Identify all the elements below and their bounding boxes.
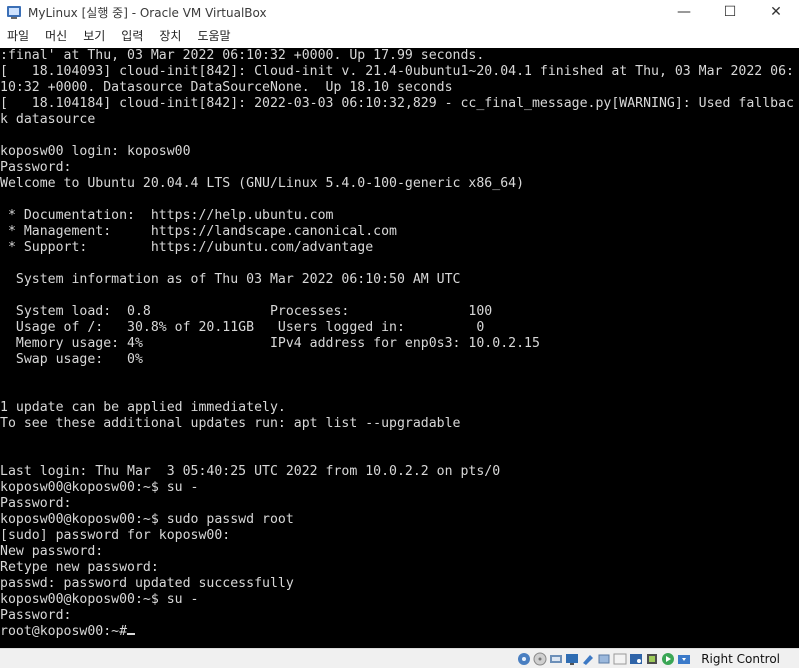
console-line: Password: xyxy=(0,496,72,511)
hard-disk-icon[interactable] xyxy=(517,652,531,666)
text-cursor xyxy=(127,633,136,635)
minimize-button[interactable]: — xyxy=(661,0,707,24)
console-line: koposw00 login: koposw00 xyxy=(0,144,191,159)
status-bar: Right Control xyxy=(0,648,799,668)
video-capture-icon[interactable] xyxy=(629,652,643,666)
maximize-button[interactable]: ☐ xyxy=(707,0,753,24)
console-line: passwd: password updated successfully xyxy=(0,576,294,591)
console-prompt: root@koposw00:~# xyxy=(0,624,128,639)
cpu-icon[interactable] xyxy=(645,652,659,666)
console-line: * Support: https://ubuntu.com/advantage xyxy=(0,240,374,255)
console-line: System information as of Thu 03 Mar 2022… xyxy=(0,272,461,287)
console-line: Memory usage: 4% IPv4 address for enp0s3… xyxy=(0,336,540,351)
vm-console-screen[interactable]: :final' at Thu, 03 Mar 2022 06:10:32 +00… xyxy=(0,48,799,648)
console-line: Retype new password: xyxy=(0,560,159,575)
window-title: MyLinux [실행 중] - Oracle VM VirtualBox xyxy=(28,5,267,20)
console-line: * Management: https://landscape.canonica… xyxy=(0,224,397,239)
console-line: * Documentation: https://help.ubuntu.com xyxy=(0,208,334,223)
console-line: To see these additional updates run: apt… xyxy=(0,416,461,431)
console-line: Usage of /: 30.8% of 20.11GB Users logge… xyxy=(0,320,485,335)
console-line: Password: xyxy=(0,608,72,623)
console-line: 1 update can be applied immediately. xyxy=(0,400,286,415)
host-key-label[interactable]: Right Control xyxy=(701,652,780,666)
menu-help[interactable]: 도움말 xyxy=(189,24,238,48)
window-titlebar[interactable]: MyLinux [실행 중] - Oracle VM VirtualBox — … xyxy=(0,0,799,24)
console-line: [sudo] password for koposw00: xyxy=(0,528,231,543)
console-line: koposw00@koposw00:~$ su - xyxy=(0,592,199,607)
console-line: [ 18.104093] cloud-init[842]: Cloud-init… xyxy=(0,64,794,79)
console-line: Welcome to Ubuntu 20.04.4 LTS (GNU/Linux… xyxy=(0,176,525,191)
shared-folder-icon[interactable] xyxy=(581,652,595,666)
menu-devices[interactable]: 장치 xyxy=(151,24,189,48)
virtualbox-app-icon xyxy=(7,6,21,19)
console-prompt-line: root@koposw00:~# xyxy=(0,624,799,640)
audio-icon[interactable] xyxy=(549,652,563,666)
menu-view[interactable]: 보기 xyxy=(75,24,113,48)
menu-bar: 파일 머신 보기 입력 장치 도움말 xyxy=(0,24,799,48)
network-icon[interactable] xyxy=(565,652,579,666)
menu-machine[interactable]: 머신 xyxy=(37,24,75,48)
optical-drive-icon[interactable] xyxy=(533,652,547,666)
close-button[interactable]: ✕ xyxy=(753,0,799,24)
console-line: koposw00@koposw00:~$ sudo passwd root xyxy=(0,512,294,527)
console-line: New password: xyxy=(0,544,104,559)
console-line: Swap usage: 0% xyxy=(0,352,143,367)
console-line: k datasource xyxy=(0,112,96,127)
console-line: :final' at Thu, 03 Mar 2022 06:10:32 +00… xyxy=(0,48,485,63)
menu-input[interactable]: 입력 xyxy=(113,24,151,48)
keyboard-icon[interactable] xyxy=(677,652,691,666)
window-controls: — ☐ ✕ xyxy=(661,0,799,24)
console-line: [ 18.104184] cloud-init[842]: 2022-03-03… xyxy=(0,96,794,111)
console-line: koposw00@koposw00:~$ su - xyxy=(0,480,199,495)
console-line: Last login: Thu Mar 3 05:40:25 UTC 2022 … xyxy=(0,464,501,479)
console-line: 10:32 +0000. Datasource DataSourceNone. … xyxy=(0,80,453,95)
menu-file[interactable]: 파일 xyxy=(0,24,37,48)
console-output: :final' at Thu, 03 Mar 2022 06:10:32 +00… xyxy=(0,48,799,640)
console-line: Password: xyxy=(0,160,72,175)
display-icon[interactable] xyxy=(613,652,627,666)
mouse-integration-icon[interactable] xyxy=(661,652,675,666)
usb-icon[interactable] xyxy=(597,652,611,666)
status-icons xyxy=(517,652,693,666)
console-line: System load: 0.8 Processes: 100 xyxy=(0,304,493,319)
